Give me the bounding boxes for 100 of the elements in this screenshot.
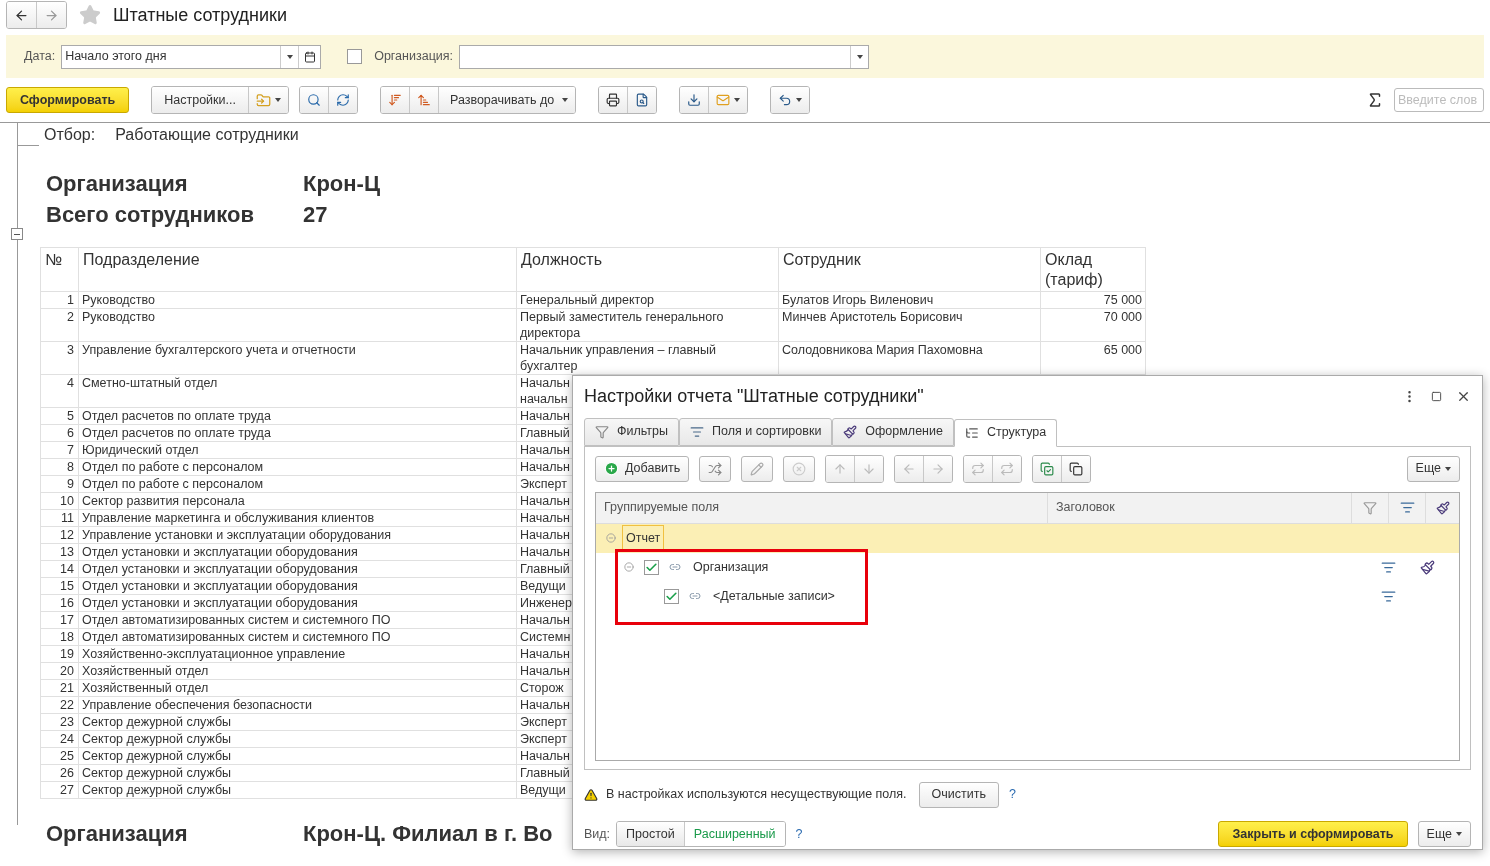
checkbox[interactable] [347, 49, 363, 64]
column-header: Сотрудник [778, 247, 1041, 292]
table-cell: Сектор дежурной службы [78, 713, 517, 731]
move-up-button[interactable] [826, 455, 856, 482]
table-cell: 21 [40, 679, 79, 697]
swap-icon [971, 461, 986, 476]
table-cell: Булатов Игорь Виленович [778, 291, 1041, 309]
expand-to-button[interactable]: Разворачивать до [438, 87, 576, 113]
collapse-all-button[interactable] [380, 87, 410, 113]
calendar-icon[interactable] [303, 50, 316, 63]
email-button[interactable] [709, 87, 748, 113]
warning-icon [584, 787, 598, 802]
move-right-button[interactable] [924, 455, 953, 482]
brush-icon[interactable] [1420, 559, 1435, 575]
table-cell: Начальник управления – главный бухгалтер [516, 341, 779, 375]
table-cell: 13 [40, 543, 79, 561]
view-mode-button[interactable]: Простой [617, 822, 685, 847]
refresh-icon [335, 93, 350, 107]
table-cell: 20 [40, 662, 79, 680]
expand-all-button[interactable] [409, 87, 439, 113]
checkbox[interactable] [644, 559, 659, 575]
back-button[interactable] [7, 2, 37, 28]
more-button[interactable]: Еще [1417, 821, 1471, 848]
table-cell: Сектор дежурной службы [78, 764, 517, 782]
search-field[interactable]: Введите слов [1394, 88, 1484, 112]
preview-icon [635, 93, 650, 107]
generate-button[interactable]: Сформировать [6, 87, 130, 113]
checkbox[interactable] [664, 588, 679, 604]
preview-button[interactable] [628, 87, 657, 113]
header-label: Всего сотрудников [45, 201, 255, 229]
table-cell: Отдел автоматизированных систем и системного ПО [78, 628, 517, 646]
move-left-button[interactable] [895, 455, 925, 482]
table-cell: Хозяйственный отдел [78, 662, 517, 680]
search-icon [306, 93, 321, 107]
maximize-icon[interactable] [1431, 391, 1442, 403]
search-refresh-button[interactable] [328, 87, 357, 113]
organization-field[interactable] [459, 44, 870, 69]
add-button[interactable]: Добавить [595, 455, 690, 482]
brush-icon[interactable] [1435, 500, 1450, 515]
table-cell: Отдел по работе с персоналом [78, 458, 517, 476]
table-cell: Генеральный директор [516, 291, 779, 309]
delete-button[interactable] [783, 455, 816, 482]
view-label: Вид: [584, 825, 611, 843]
clear-button[interactable]: Очистить [918, 781, 999, 808]
more-button[interactable]: Еще [1406, 455, 1460, 482]
check-all-button[interactable] [1033, 455, 1063, 482]
return-button[interactable] [771, 87, 810, 113]
edit-button[interactable] [741, 455, 774, 482]
help-link[interactable]: ? [1008, 785, 1016, 804]
sort-icon[interactable] [1381, 559, 1396, 575]
brush-icon [843, 424, 858, 439]
favorite-star-icon[interactable] [79, 4, 101, 26]
table-cell: Отдел автоматизированных систем и системного ПО [78, 611, 517, 629]
table-cell: Отдел установки и эксплуатации оборудования [78, 543, 517, 561]
uncheck-all-button[interactable] [1062, 455, 1091, 482]
dropdown-arrow-icon [562, 98, 569, 102]
tab[interactable]: Оформление [832, 417, 954, 446]
variant-button[interactable] [248, 87, 288, 113]
table-cell: Первый заместитель генерального директора [516, 308, 779, 342]
save-button[interactable] [680, 87, 710, 113]
swap-button[interactable] [964, 455, 994, 482]
window-title: Штатные сотрудники [113, 3, 287, 27]
move-down-button[interactable] [855, 455, 884, 482]
table-cell: 18 [40, 628, 79, 646]
back-arrow-icon [14, 7, 29, 23]
date-label: Дата: [24, 48, 56, 66]
column-header: Оклад (тариф) [1040, 247, 1146, 292]
table-cell: 2 [40, 308, 79, 342]
download-icon [687, 93, 702, 107]
table-cell: Сектор развития персонала [78, 492, 517, 510]
sort-icon[interactable] [1381, 588, 1396, 604]
search-button[interactable] [299, 87, 329, 113]
collapse-toggle[interactable] [11, 228, 23, 240]
tab[interactable]: Поля и сортировки [679, 417, 833, 446]
filter-icon[interactable] [1363, 500, 1377, 515]
table-cell: Управление бухгалтерского учета и отчетности [78, 341, 517, 375]
tab[interactable]: Фильтры [584, 417, 679, 446]
table-cell: Сектор дежурной службы [78, 781, 517, 799]
date-field[interactable]: Начало этого дня [61, 44, 322, 69]
sort-icon[interactable] [1399, 500, 1415, 516]
settings-button[interactable]: Настройки... [152, 87, 249, 113]
filter-label: Отбор: [43, 125, 96, 145]
help-link[interactable]: ? [795, 824, 803, 844]
table-cell: 10 [40, 492, 79, 510]
collapse-icon[interactable] [624, 562, 634, 573]
group-button[interactable] [699, 455, 732, 482]
print-button[interactable] [599, 87, 629, 113]
table-cell: 17 [40, 611, 79, 629]
tree-item-label[interactable]: Отчет [622, 524, 665, 552]
table-cell: 19 [40, 645, 79, 663]
sort-down-icon [387, 93, 402, 107]
column-header: Подразделение [78, 247, 517, 292]
close-and-generate-button[interactable]: Закрыть и сформировать [1218, 821, 1408, 848]
table-cell: 22 [40, 696, 79, 714]
table-cell: 3 [40, 341, 79, 375]
header-label: Организация [45, 170, 189, 198]
table-cell: 14 [40, 560, 79, 578]
swap-back-button[interactable] [993, 455, 1022, 482]
table-cell: 6 [40, 424, 79, 442]
tab[interactable]: Структура [953, 418, 1058, 447]
